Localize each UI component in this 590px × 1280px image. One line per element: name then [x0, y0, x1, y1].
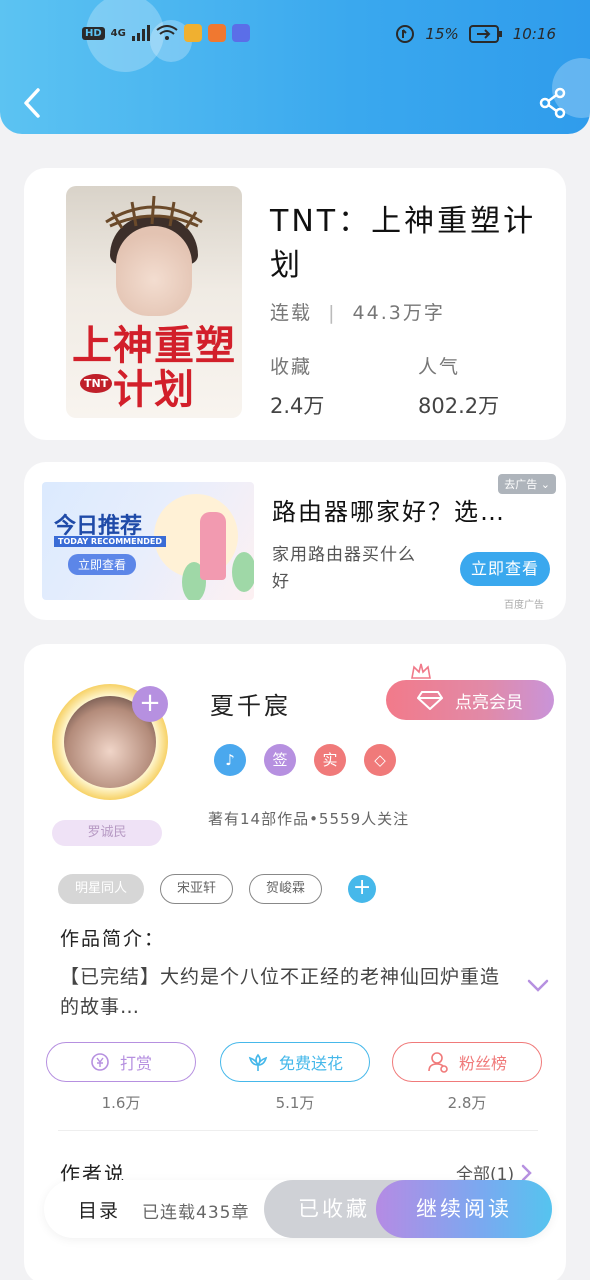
fan-ranking-count: 2.8万 — [447, 1094, 487, 1112]
tag-item[interactable]: 明星同人 — [58, 874, 145, 904]
book-status: 连载 — [270, 302, 313, 324]
ad-image-button-text: 立即查看 — [68, 554, 137, 575]
send-flower-label: 免费送花 — [278, 1054, 343, 1073]
music-badge-icon[interactable]: ♪ — [214, 744, 246, 776]
vip-button[interactable]: 点亮会员 — [386, 680, 554, 720]
network-type: 4G — [110, 27, 126, 39]
author-stats: 著有14部作品•5559人关注 — [208, 810, 410, 828]
vip-badge-icon[interactable]: ◇ — [364, 744, 396, 776]
follow-plus-button[interactable]: + — [132, 686, 168, 722]
remove-ad-label: 去广告 — [504, 478, 538, 491]
book-cover[interactable]: 上神重塑计划 TNT — [66, 186, 242, 418]
hd-badge: HD — [82, 26, 105, 40]
chevron-left-icon — [24, 88, 40, 118]
ad-description: 家用路由器买什么好 — [272, 545, 416, 592]
continue-reading-button[interactable]: 继续阅读 — [376, 1180, 552, 1238]
author-badges: ♪ 签 实 ◇ — [214, 744, 396, 776]
tag-item[interactable]: 宋亚轩 — [160, 874, 234, 904]
reward-label: 打赏 — [119, 1054, 152, 1073]
data-saver-icon — [396, 25, 415, 43]
thorn-crown-icon — [105, 195, 203, 229]
remove-ad-button[interactable]: 去广告 ⌄ — [498, 474, 556, 494]
signed-badge-icon[interactable]: 签 — [264, 744, 296, 776]
ad-image[interactable]: 今日推荐 TODAY RECOMMENDED 立即查看 — [42, 482, 254, 600]
fan-badge: 罗诚民 — [52, 820, 162, 846]
coin-icon — [91, 1053, 109, 1071]
ad-source: 百度广告 — [504, 600, 544, 611]
intro-text[interactable]: 【已完结】大约是个八位不正经的老神仙回炉重造的故事… — [60, 962, 510, 1022]
toc-button[interactable]: 目录 — [78, 1196, 120, 1223]
ad-image-sub-text: TODAY RECOMMENDED — [54, 536, 167, 547]
diamond-icon — [417, 691, 443, 710]
battery-icon — [468, 25, 502, 43]
book-info-card: 上神重塑计划 TNT TNT：上神重塑计划 连载 | 44.3万字 收藏 人气 … — [24, 168, 566, 440]
clock: 10:16 — [512, 25, 556, 43]
verified-badge-icon[interactable]: 实 — [314, 744, 346, 776]
app-icon-1 — [183, 24, 202, 42]
fan-ranking-button[interactable]: 粉丝榜 — [392, 1042, 542, 1082]
add-tag-button[interactable]: + — [348, 875, 377, 903]
status-bar: HD 4G 15% 10:16 — [0, 20, 590, 50]
popularity-label: 人气 — [418, 356, 461, 378]
vip-button-label: 点亮会员 — [455, 692, 523, 713]
favorites-label: 收藏 — [270, 356, 313, 378]
author-name[interactable]: 夏千宸 — [210, 686, 291, 721]
back-button[interactable] — [20, 86, 50, 120]
book-meta: 连载 | 44.3万字 — [270, 302, 445, 324]
chevron-down-icon: ⌄ — [540, 478, 550, 491]
popularity-value: 802.2万 — [418, 394, 500, 418]
ad-view-button[interactable]: 立即查看 — [460, 552, 550, 586]
share-button[interactable] — [538, 86, 568, 120]
girl-illustration — [200, 512, 226, 580]
bottom-action-bar: 目录 已连载435章 已收藏 继续阅读 — [44, 1180, 552, 1238]
flower-count: 5.1万 — [275, 1094, 315, 1112]
crown-icon — [411, 663, 431, 679]
tag-list: 明星同人 宋亚轩 贺峻霖 + — [58, 874, 377, 904]
wifi-icon — [156, 25, 178, 40]
battery-percent: 15% — [425, 25, 459, 43]
tag-item[interactable]: 贺峻霖 — [249, 874, 323, 904]
signal-icon — [131, 25, 150, 41]
reward-count: 1.6万 — [101, 1094, 141, 1112]
app-icon-3 — [231, 24, 250, 42]
ad-title: 路由器哪家好？选… — [272, 498, 506, 526]
chevron-down-icon[interactable] — [526, 978, 550, 994]
share-icon — [539, 87, 566, 119]
app-header: HD 4G 15% 10:16 — [0, 0, 590, 134]
flower-icon — [248, 1053, 268, 1071]
ad-card[interactable]: 今日推荐 TODAY RECOMMENDED 立即查看 去广告 ⌄ 路由器哪家好… — [24, 462, 566, 620]
fan-ranking-label: 粉丝榜 — [458, 1054, 507, 1073]
favorites-value: 2.4万 — [270, 394, 325, 418]
reward-button[interactable]: 打赏 — [46, 1042, 196, 1082]
divider — [58, 1130, 538, 1131]
cover-title: 上神重塑计划 — [72, 322, 236, 413]
cover-badge: TNT — [80, 374, 113, 393]
user-rank-icon — [428, 1052, 448, 1073]
app-icon-2 — [207, 24, 226, 42]
chapter-count[interactable]: 已连载435章 — [142, 1198, 249, 1223]
book-title: TNT：上神重塑计划 — [270, 204, 537, 283]
chevron-right-icon — [521, 1164, 532, 1181]
send-flower-button[interactable]: 免费送花 — [220, 1042, 370, 1082]
intro-label: 作品简介： — [60, 928, 166, 950]
book-word-count: 44.3万字 — [352, 302, 445, 324]
